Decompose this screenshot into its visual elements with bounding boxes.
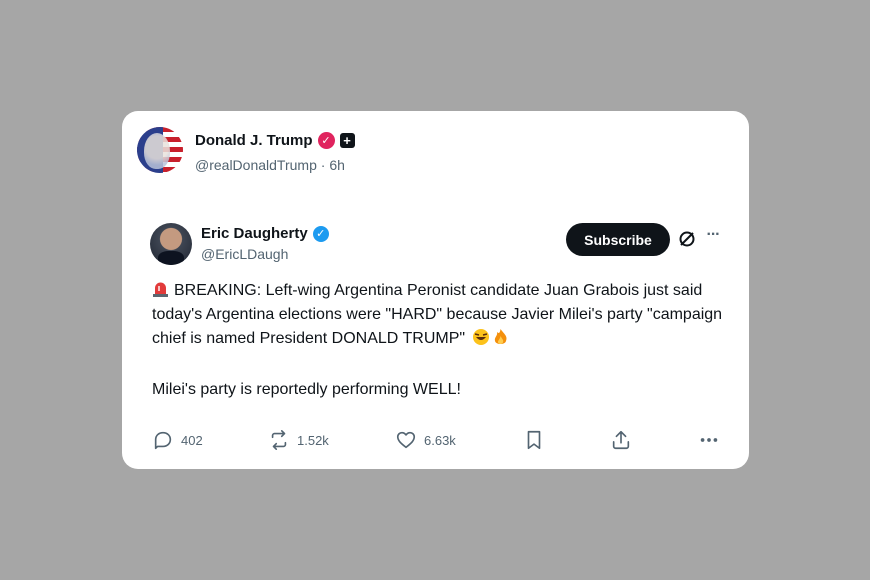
repost-button[interactable]: 1.52k: [268, 429, 329, 451]
author-handle-line: @realDonaldTrump · 6h: [195, 157, 345, 173]
heart-icon: [396, 431, 416, 449]
paragraph-text: BREAKING: Left-wing Argentina Peronist c…: [152, 282, 723, 347]
more-options-icon[interactable]: ···: [703, 227, 723, 248]
author-name-line: Donald J. Trump ✓ +: [195, 132, 355, 149]
grok-icon[interactable]: [677, 229, 697, 249]
subscribe-button[interactable]: Subscribe: [566, 223, 670, 256]
more-horizontal-icon: [700, 438, 718, 442]
affiliate-badge-icon[interactable]: +: [339, 133, 355, 148]
separator: ·: [320, 157, 326, 173]
share-button[interactable]: [610, 429, 632, 451]
quoted-author-handle[interactable]: @EricLDaugh: [201, 246, 288, 262]
action-bar: 402 1.52k 6.63k: [122, 429, 749, 453]
author-avatar[interactable]: [137, 127, 183, 173]
verified-badge-icon: ✓: [312, 225, 329, 242]
repost-icon: [271, 430, 287, 450]
quoted-author-name-line: Eric Daugherty ✓: [201, 225, 329, 242]
reply-icon: [154, 431, 172, 450]
post-paragraph: BREAKING: Left-wing Argentina Peronist c…: [152, 279, 732, 354]
quoted-author-name[interactable]: Eric Daugherty: [201, 225, 308, 242]
reply-count: 402: [181, 432, 203, 448]
reply-button[interactable]: 402: [152, 429, 203, 451]
post-paragraph: Milei's party is reportedly performing W…: [152, 381, 461, 398]
more-actions-button[interactable]: [698, 429, 720, 451]
like-count: 6.63k: [424, 432, 456, 448]
fire-emoji-icon: [492, 328, 509, 354]
laughing-emoji-icon: [472, 328, 490, 354]
timestamp[interactable]: 6h: [329, 157, 345, 173]
author-handle[interactable]: @realDonaldTrump: [195, 157, 317, 173]
repost-count: 1.52k: [297, 432, 329, 448]
bookmark-icon: [527, 430, 541, 450]
bookmark-button[interactable]: [523, 429, 545, 451]
share-icon: [612, 430, 630, 450]
police-siren-icon: [153, 282, 168, 297]
like-button[interactable]: 6.63k: [395, 429, 456, 451]
author-name[interactable]: Donald J. Trump: [195, 132, 313, 149]
quoted-post-text: BREAKING: Left-wing Argentina Peronist c…: [152, 279, 732, 402]
post-card[interactable]: Donald J. Trump ✓ + @realDonaldTrump · 6…: [122, 111, 749, 469]
quoted-author-avatar[interactable]: [150, 223, 192, 265]
verified-badge-icon: ✓: [317, 132, 335, 149]
